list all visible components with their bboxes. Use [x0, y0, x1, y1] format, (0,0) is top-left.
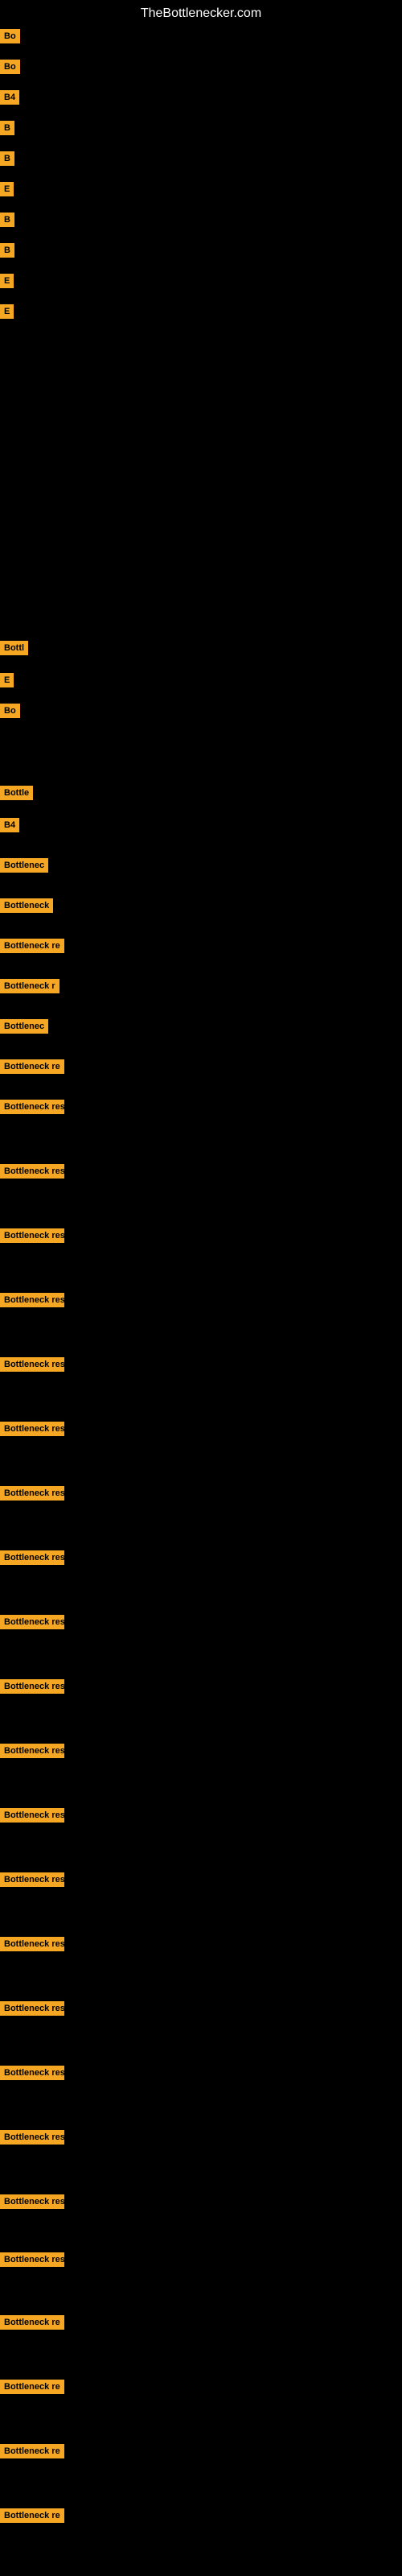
list-item: Bottleneck re — [0, 2310, 402, 2334]
list-item: Bottle — [0, 781, 402, 805]
list-item: E — [0, 177, 402, 201]
list-item: Bottleneck resu — [0, 1352, 402, 1377]
item-badge-29[interactable]: Bottleneck resu — [0, 1486, 64, 1501]
list-item: Bottleneck resu — [0, 1739, 402, 1763]
item-badge-38[interactable]: Bottleneck resu — [0, 2066, 64, 2080]
list-item: Bottleneck resu — [0, 1417, 402, 1441]
item-badge-39[interactable]: Bottleneck resu — [0, 2130, 64, 2145]
item-badge-1[interactable]: Bo — [0, 29, 20, 43]
item-badge-12[interactable]: Bottl — [0, 641, 28, 655]
item-badge-40[interactable]: Bottleneck resu — [0, 2194, 64, 2209]
item-badge-30[interactable]: Bottleneck resu — [0, 1550, 64, 1565]
list-item: Bottleneck resu — [0, 1481, 402, 1505]
list-item: Bottleneck resu — [0, 1674, 402, 1699]
list-item: Bottleneck resu — [0, 1932, 402, 1956]
list-item: Bottleneck — [0, 894, 402, 918]
list-item: Bottleneck resu — [0, 1224, 402, 1248]
item-badge-20[interactable]: Bottleneck r — [0, 979, 59, 993]
item-badge-9[interactable]: E — [0, 274, 14, 288]
item-badge-23[interactable]: Bottleneck resu — [0, 1100, 64, 1114]
list-item: E — [0, 269, 402, 293]
item-badge-35[interactable]: Bottleneck resu — [0, 1872, 64, 1887]
item-badge-41[interactable]: Bottleneck res — [0, 2252, 64, 2267]
item-badge-7[interactable]: B — [0, 213, 14, 227]
list-item: Bottleneck r — [0, 974, 402, 998]
list-item: B4 — [0, 85, 402, 109]
list-item: B — [0, 116, 402, 140]
item-badge-22[interactable]: Bottleneck re — [0, 1059, 64, 1074]
item-badge-34[interactable]: Bottleneck resu — [0, 1808, 64, 1823]
list-item: Bottleneck resu — [0, 2125, 402, 2149]
item-badge-33[interactable]: Bottleneck resu — [0, 1744, 64, 1758]
list-item: B — [0, 147, 402, 171]
list-item: B — [0, 208, 402, 232]
item-badge-17[interactable]: Bottlenec — [0, 858, 48, 873]
item-badge-27[interactable]: Bottleneck resu — [0, 1357, 64, 1372]
item-badge-2[interactable]: Bo — [0, 60, 20, 74]
list-item: Bo — [0, 55, 402, 79]
item-badge-36[interactable]: Bottleneck resu — [0, 1937, 64, 1951]
list-item: Bottlenec — [0, 1014, 402, 1038]
list-item: Bottleneck resu — [0, 2061, 402, 2085]
item-badge-45[interactable]: Bottleneck re — [0, 2508, 64, 2523]
item-badge-10[interactable]: E — [0, 304, 14, 319]
list-item: Bottleneck resu — [0, 1868, 402, 1892]
list-item: Bottl — [0, 636, 402, 660]
list-item: Bottleneck resu — [0, 2190, 402, 2214]
item-badge-8[interactable]: B — [0, 243, 14, 258]
list-item: Bottleneck resu — [0, 1546, 402, 1570]
list-item: Bottleneck re — [0, 2439, 402, 2463]
list-item: Bottleneck resu — [0, 1288, 402, 1312]
list-item: B — [0, 238, 402, 262]
item-badge-16[interactable]: B4 — [0, 818, 19, 832]
item-badge-44[interactable]: Bottleneck re — [0, 2444, 64, 2458]
item-badge-15[interactable]: Bottle — [0, 786, 33, 800]
item-badge-3[interactable]: B4 — [0, 90, 19, 105]
item-badge-24[interactable]: Bottleneck resu — [0, 1164, 64, 1179]
item-badge-21[interactable]: Bottlenec — [0, 1019, 48, 1034]
item-badge-32[interactable]: Bottleneck resu — [0, 1679, 64, 1694]
item-badge-28[interactable]: Bottleneck resu — [0, 1422, 64, 1436]
item-badge-14[interactable]: Bo — [0, 704, 20, 718]
list-item: Bottleneck re — [0, 2504, 402, 2528]
list-item: Bottleneck resu — [0, 1996, 402, 2021]
list-item: Bo — [0, 699, 402, 723]
item-badge-26[interactable]: Bottleneck resu — [0, 1293, 64, 1307]
list-item: Bottleneck resu — [0, 1159, 402, 1183]
list-item: Bo — [0, 24, 402, 48]
item-badge-6[interactable]: E — [0, 182, 14, 196]
item-badge-37[interactable]: Bottleneck resu — [0, 2001, 64, 2016]
list-item: E — [0, 668, 402, 692]
list-item: Bottleneck resu — [0, 1803, 402, 1827]
item-badge-25[interactable]: Bottleneck resu — [0, 1228, 64, 1243]
item-badge-43[interactable]: Bottleneck re — [0, 2380, 64, 2394]
item-badge-31[interactable]: Bottleneck resu — [0, 1615, 64, 1629]
item-badge-18[interactable]: Bottleneck — [0, 898, 53, 913]
list-item: E — [0, 299, 402, 324]
item-badge-5[interactable]: B — [0, 151, 14, 166]
list-item: Bottleneck re — [0, 934, 402, 958]
item-badge-42[interactable]: Bottleneck re — [0, 2315, 64, 2330]
list-item: Bottlenec — [0, 853, 402, 877]
list-item: Bottleneck resu — [0, 1095, 402, 1119]
item-badge-4[interactable]: B — [0, 121, 14, 135]
list-item: Bottleneck re — [0, 1055, 402, 1079]
list-item: Bottleneck resu — [0, 1610, 402, 1634]
item-badge-19[interactable]: Bottleneck re — [0, 939, 64, 953]
item-badge-13[interactable]: E — [0, 673, 14, 687]
list-item: B4 — [0, 813, 402, 837]
list-item: Bottleneck res — [0, 2248, 402, 2272]
list-item: Bottleneck re — [0, 2375, 402, 2399]
